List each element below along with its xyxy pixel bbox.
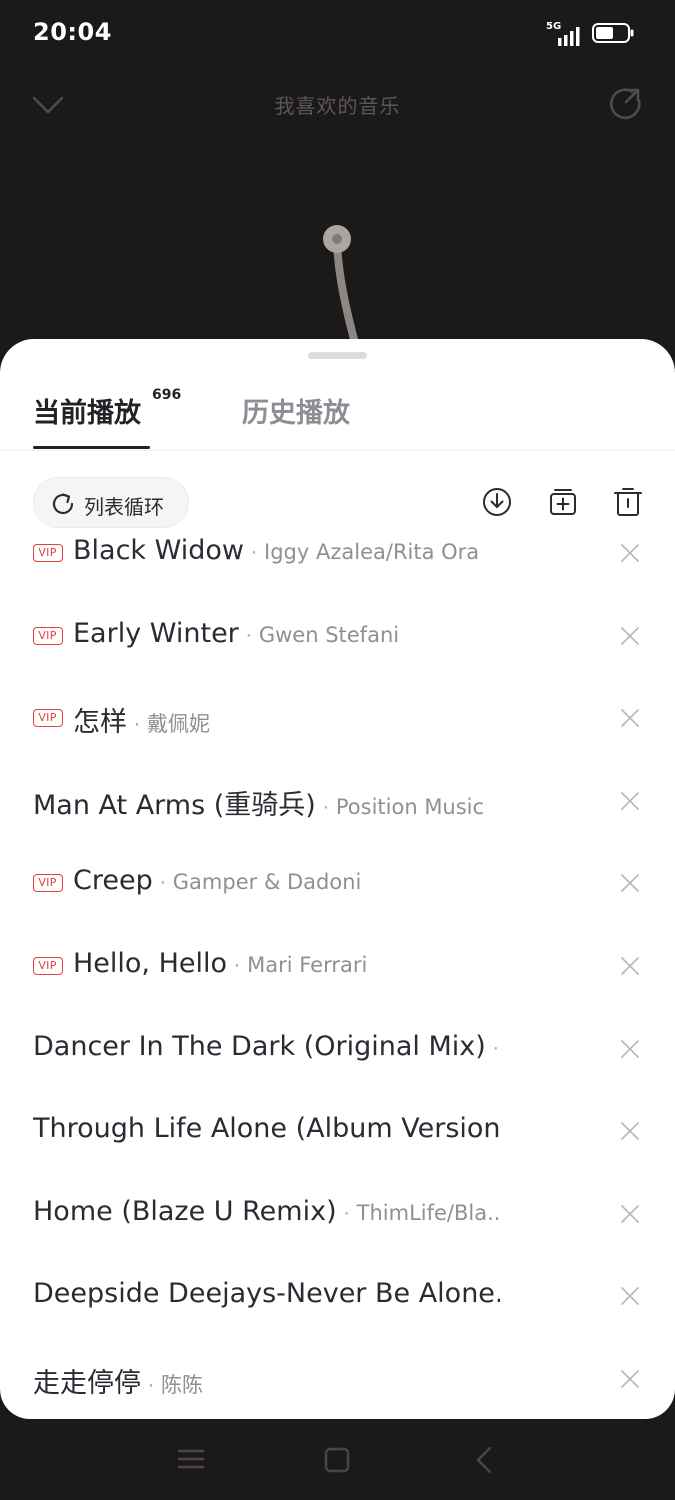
song-text: Man At Arms (重骑兵) · Position Music bbox=[33, 783, 500, 823]
tonearm-graphic bbox=[323, 225, 360, 351]
song-row[interactable]: Dancer In The Dark (Original Mix)·... bbox=[0, 1020, 675, 1103]
song-separator: · bbox=[492, 1037, 499, 1060]
tab-current-playing[interactable]: 当前播放 bbox=[33, 391, 141, 430]
loop-mode-label: 列表循环 bbox=[84, 495, 164, 519]
song-separator: · bbox=[250, 542, 258, 564]
song-artist: Mari Ferrari bbox=[247, 952, 368, 977]
song-artist: Gamper & Dadoni bbox=[172, 870, 362, 895]
song-row[interactable]: VIP Black Widow · Iggy Azalea/Rita Ora bbox=[0, 524, 675, 607]
song-row[interactable]: Home (Blaze U Remix) · ThimLife/Bla... bbox=[0, 1185, 675, 1268]
song-title: Black Widow bbox=[73, 535, 244, 566]
song-separator: · bbox=[159, 872, 166, 895]
song-title: Creep bbox=[73, 865, 153, 897]
song-text: 怎样 · 戴佩妮 bbox=[73, 700, 500, 740]
trash-icon[interactable] bbox=[612, 486, 644, 518]
song-artist: ThimLife/Bla... bbox=[356, 1200, 500, 1225]
vip-badge: VIP bbox=[33, 874, 63, 893]
vip-badge: VIP bbox=[33, 544, 63, 562]
song-row[interactable]: 走走停停 · 陈陈 bbox=[0, 1350, 675, 1419]
song-title: 走走停停 bbox=[33, 1367, 141, 1399]
song-text: Black Widow · Iggy Azalea/Rita Ora bbox=[73, 535, 500, 575]
tab-history[interactable]: 历史播放 bbox=[242, 391, 350, 430]
loop-mode-button[interactable]: 列表循环 bbox=[33, 477, 189, 528]
song-text: Early Winter · Gwen Stefani bbox=[73, 618, 500, 658]
close-icon[interactable] bbox=[620, 708, 640, 728]
song-text: Creep · Gamper & Dadoni bbox=[73, 865, 500, 905]
song-row[interactable]: Through Life Alone (Album Version... bbox=[0, 1102, 675, 1185]
song-title: Hello, Hello bbox=[73, 947, 228, 979]
nav-back-icon[interactable] bbox=[474, 1445, 494, 1475]
song-title: Through Life Alone (Album Version... bbox=[33, 1113, 500, 1145]
song-text: Through Life Alone (Album Version... bbox=[33, 1113, 500, 1153]
song-title: Deepside Deejays-Never Be Alone... bbox=[33, 1278, 500, 1310]
close-icon[interactable] bbox=[620, 1286, 640, 1306]
song-artist: 戴佩妮 bbox=[147, 712, 211, 737]
loop-icon bbox=[52, 493, 74, 515]
song-row[interactable]: Deepside Deejays-Never Be Alone... bbox=[0, 1267, 675, 1350]
download-icon[interactable] bbox=[481, 486, 513, 518]
song-row[interactable]: VIP Creep · Gamper & Dadoni bbox=[0, 854, 675, 937]
nav-home-icon[interactable] bbox=[324, 1447, 350, 1473]
close-icon[interactable] bbox=[620, 1369, 640, 1389]
song-text: Hello, Hello · Mari Ferrari bbox=[73, 948, 500, 988]
vip-badge: VIP bbox=[33, 626, 63, 645]
song-title: Home (Blaze U Remix) bbox=[33, 1195, 337, 1227]
close-icon[interactable] bbox=[620, 1039, 640, 1059]
song-title: Early Winter bbox=[73, 617, 239, 649]
vip-badge-label: VIP bbox=[38, 958, 57, 972]
share-icon[interactable] bbox=[606, 84, 646, 124]
song-separator: · bbox=[148, 1374, 155, 1397]
song-separator: · bbox=[234, 954, 241, 977]
song-title: 怎样 bbox=[73, 707, 127, 739]
close-icon[interactable] bbox=[620, 543, 640, 563]
tab-bar: 当前播放 696 历史播放 bbox=[0, 379, 675, 451]
song-text: 走走停停 · 陈陈 bbox=[33, 1361, 500, 1401]
song-artist: Iggy Azalea/Rita Ora bbox=[264, 540, 480, 564]
close-icon[interactable] bbox=[620, 1204, 640, 1224]
nav-menu-icon[interactable] bbox=[178, 1448, 204, 1470]
song-text: Dancer In The Dark (Original Mix)·... bbox=[33, 1031, 500, 1071]
vip-badge: VIP bbox=[33, 709, 63, 728]
close-icon[interactable] bbox=[620, 873, 640, 893]
song-row[interactable]: VIP 怎样 · 戴佩妮 bbox=[0, 689, 675, 772]
song-title: Man At Arms (重骑兵) bbox=[33, 789, 316, 821]
song-text: Home (Blaze U Remix) · ThimLife/Bla... bbox=[33, 1196, 500, 1236]
close-icon[interactable] bbox=[620, 791, 640, 811]
vip-badge-label: VIP bbox=[38, 711, 57, 725]
sheet-grabber[interactable] bbox=[308, 352, 367, 359]
song-text: Deepside Deejays-Never Be Alone... bbox=[33, 1278, 500, 1318]
song-artist: Position Music bbox=[335, 794, 485, 819]
song-row[interactable]: VIP Hello, Hello · Mari Ferrari bbox=[0, 937, 675, 1020]
song-list: VIP Black Widow · Iggy Azalea/Rita Ora VIP Ea… bbox=[0, 524, 675, 1419]
song-separator: · bbox=[134, 714, 141, 737]
close-icon[interactable] bbox=[620, 956, 640, 976]
song-separator: · bbox=[322, 796, 329, 819]
vip-badge-label: VIP bbox=[38, 546, 57, 559]
playlist-sheet: 当前播放 696 历史播放 列表循环 VIP Black Widow · Igg… bbox=[0, 339, 675, 1419]
battery-icon bbox=[592, 23, 634, 43]
song-title: Dancer In The Dark (Original Mix) bbox=[33, 1030, 486, 1062]
player-header: 我喜欢的音乐 bbox=[0, 68, 675, 140]
add-to-playlist-icon[interactable] bbox=[547, 486, 579, 518]
song-separator: · bbox=[343, 1202, 350, 1225]
vip-badge-label: VIP bbox=[38, 628, 57, 642]
song-artist: 陈陈 bbox=[161, 1372, 204, 1397]
player-screen: 20:04 5G 我喜欢的音乐 当前播放 696 历史播放 列表循环 VIP B… bbox=[0, 0, 675, 1500]
status-time: 20:04 bbox=[33, 18, 112, 46]
song-artist: Gwen Stefani bbox=[258, 622, 400, 647]
song-separator: · bbox=[245, 624, 252, 647]
close-icon[interactable] bbox=[620, 626, 640, 646]
current-count-badge: 696 bbox=[152, 387, 182, 403]
status-bar: 20:04 5G bbox=[0, 0, 675, 68]
tab-active-indicator bbox=[33, 446, 150, 449]
playlist-title: 我喜欢的音乐 bbox=[274, 94, 401, 118]
song-row[interactable]: Man At Arms (重骑兵) · Position Music bbox=[0, 772, 675, 855]
close-icon[interactable] bbox=[620, 1121, 640, 1141]
signal-icon: 5G bbox=[546, 21, 586, 46]
system-nav-bar bbox=[0, 1420, 675, 1500]
vip-badge: VIP bbox=[33, 956, 63, 975]
vip-badge-label: VIP bbox=[38, 876, 57, 890]
song-row[interactable]: VIP Early Winter · Gwen Stefani bbox=[0, 607, 675, 690]
